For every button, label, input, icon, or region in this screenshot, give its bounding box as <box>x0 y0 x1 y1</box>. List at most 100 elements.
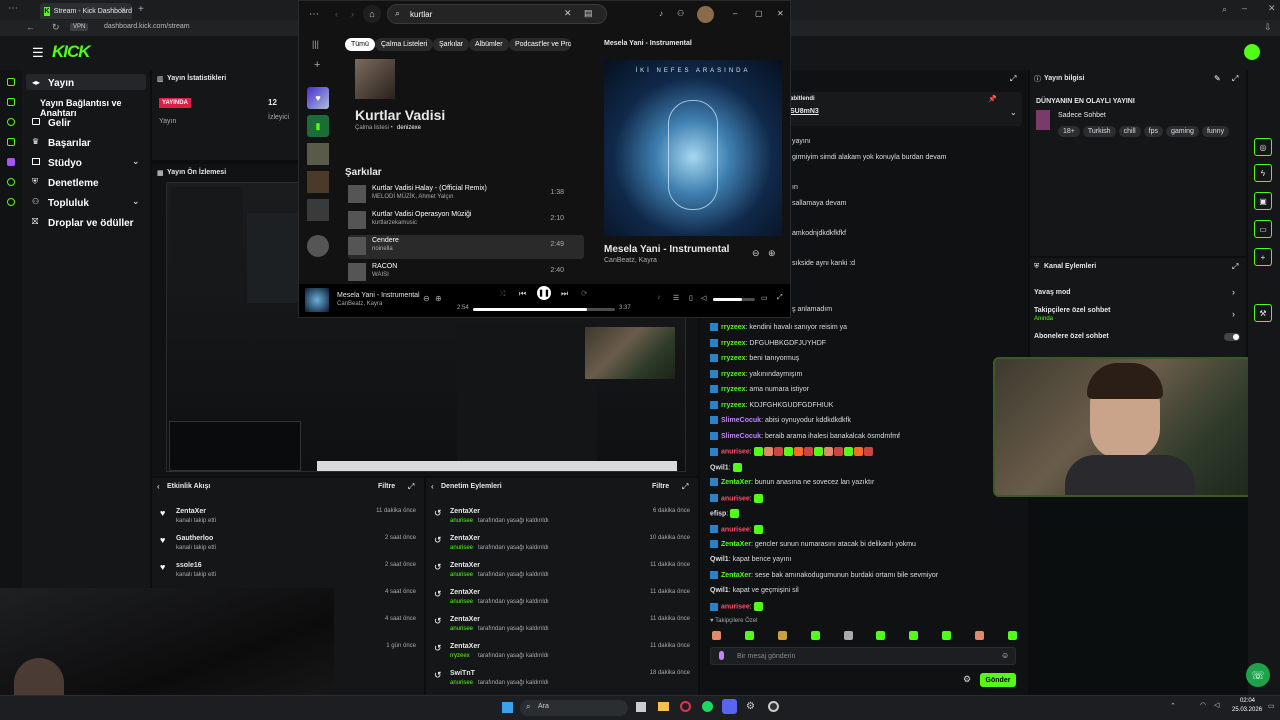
rail-purple-icon[interactable] <box>7 158 15 166</box>
chat-username[interactable]: ZentaXer <box>721 479 751 486</box>
minimize-icon[interactable]: – <box>1242 3 1247 13</box>
repeat-icon[interactable]: ⟳ <box>581 289 588 298</box>
rail-wrench-icon[interactable]: ⚒ <box>1254 304 1272 322</box>
chat-username[interactable]: anurisee <box>721 603 750 610</box>
progress-track[interactable] <box>473 308 615 311</box>
remove-icon[interactable]: ⊖ <box>752 248 760 259</box>
chat-message[interactable]: SlimeCocuk: beraib arama ihalesi banakal… <box>710 431 900 440</box>
sidebar-item-moderation[interactable]: Denetleme <box>48 178 99 189</box>
volume-icon[interactable]: ◁ <box>701 294 706 302</box>
notification-icon[interactable]: ▭ <box>1268 702 1275 710</box>
stream-tag[interactable]: funny <box>1201 126 1230 137</box>
chevron-right-icon[interactable]: › <box>1232 287 1235 297</box>
profile-avatar[interactable] <box>697 6 714 23</box>
bell-icon[interactable]: ♪ <box>659 9 663 18</box>
filter-chip[interactable]: Albümler <box>469 38 509 51</box>
chat-message[interactable]: rryzeex: yakınındaymışım <box>710 369 802 378</box>
mod-target-user[interactable]: ZentaXer <box>450 562 480 569</box>
chat-username[interactable]: SlimeCocuk <box>721 432 761 439</box>
chat-username[interactable]: anurisee <box>721 526 750 533</box>
rail-film-icon[interactable]: ▣ <box>1254 192 1272 210</box>
previous-icon[interactable]: ⏮ <box>519 289 526 299</box>
emote-icon[interactable] <box>942 631 952 640</box>
mod-target-user[interactable]: SwiTnT <box>450 670 475 677</box>
chat-username[interactable]: ZentaXer <box>721 572 751 579</box>
rail-bell-icon[interactable] <box>7 198 15 206</box>
filter-chip[interactable]: Çalma Listeleri <box>375 38 434 51</box>
chat-message[interactable]: SlimeCocuk: abisi oynuyodur kddkdkdkfk <box>710 416 851 424</box>
mod-by-user[interactable]: anurisee <box>450 626 473 632</box>
library-thumb[interactable] <box>307 143 329 165</box>
chat-username[interactable]: rryzeex <box>721 401 746 408</box>
taskbar-search[interactable]: ⌕ Ara <box>520 700 628 716</box>
support-chat-button[interactable]: ☏ <box>1246 663 1270 687</box>
chat-message[interactable]: Qwil1: kapat ve geçmişini sil <box>710 587 799 594</box>
lyrics-icon[interactable]: ♪ <box>657 294 661 301</box>
playlist-owner[interactable]: denizexe <box>397 125 421 131</box>
sidebar-item-stream-key[interactable]: Yayın Bağlantısı ve Anahtarı <box>40 98 150 118</box>
chat-username[interactable]: rryzeex <box>721 355 746 362</box>
close-icon[interactable]: ✕ <box>777 9 784 18</box>
emote-icon[interactable] <box>876 631 886 640</box>
clock-date[interactable]: 25.03.2026 <box>1232 707 1262 713</box>
emote-icon[interactable] <box>712 631 721 640</box>
maximize-icon[interactable]: ▢ <box>755 9 763 18</box>
expand-icon[interactable]: ⤢ <box>408 482 414 492</box>
chat-message[interactable]: rryzeex: KDJFGHKGUDFGDFHIUK <box>710 400 833 409</box>
now-playing-artist-large[interactable]: CanBeatz, Kayra <box>604 257 657 264</box>
emote-icon[interactable] <box>843 631 853 640</box>
menu-dots-icon[interactable]: ⋯ <box>8 3 18 14</box>
emote-icon[interactable] <box>975 631 984 640</box>
sidebar-item-revenue[interactable]: Gelir <box>48 118 71 129</box>
user-avatar[interactable] <box>1244 44 1260 60</box>
chat-message[interactable]: rryzeex: ama numara istiyor <box>710 385 809 393</box>
chat-message[interactable]: rryzeex: beni tanıyormuş <box>710 354 799 362</box>
chat-message[interactable]: Qwil1: <box>710 462 743 472</box>
activity-user[interactable]: ssole16 <box>176 562 202 569</box>
song-row[interactable]: Kurtlar Vadisi Operasyon Müziği kurtlarze… <box>348 209 584 233</box>
fullscreen-icon[interactable]: ⤢ <box>777 294 783 302</box>
sidebar-item-community[interactable]: Topluluk <box>48 198 89 209</box>
sidebar-item-drops[interactable]: Droplar ve ödüller <box>48 218 134 229</box>
obs-icon[interactable] <box>768 701 779 712</box>
rail-bolt-icon[interactable]: ϟ <box>1254 164 1272 182</box>
emote-icon[interactable] <box>744 631 754 640</box>
emote-bar[interactable] <box>712 631 1018 641</box>
emote-icon[interactable] <box>1007 631 1017 640</box>
minimize-icon[interactable]: – <box>733 9 737 18</box>
download-icon[interactable]: ⇩ <box>1264 22 1272 33</box>
sidebar-item-achievements[interactable]: Başarılar <box>48 138 91 149</box>
pinned-message[interactable]: abitlendi SU8mN3 📌 ⌄ <box>786 92 1022 126</box>
chevron-down-icon[interactable]: ⌄ <box>1010 108 1017 117</box>
chat-username[interactable]: anurisee <box>721 448 750 455</box>
player-thumb[interactable] <box>305 288 329 312</box>
library-icon[interactable]: ||| <box>312 39 319 49</box>
rail-target-icon[interactable]: ◎ <box>1254 138 1272 156</box>
rail-plus-icon[interactable]: + <box>1254 248 1272 266</box>
chat-message[interactable]: efisp: <box>710 509 740 518</box>
activity-user[interactable]: ZentaXer <box>176 508 206 515</box>
mod-target-user[interactable]: ZentaXer <box>450 508 480 515</box>
chat-message[interactable]: rryzeex: kendini havalı sanıyor reisim y… <box>710 323 847 331</box>
stream-tag[interactable]: 18+ <box>1058 126 1080 137</box>
edit-icon[interactable]: ✎ <box>1214 74 1221 83</box>
new-tab-icon[interactable]: + <box>138 4 144 15</box>
saved-episodes-icon[interactable]: ▮ <box>307 115 329 137</box>
chat-settings-icon[interactable]: ⚙ <box>963 674 971 685</box>
song-artist[interactable]: noinella <box>372 246 393 252</box>
song-row[interactable]: Kurtlar Vadisi Halay - (Official Remix) M… <box>348 183 584 207</box>
chevron-right-icon[interactable]: › <box>1232 309 1235 319</box>
chat-message[interactable]: Qwil1: kapat bence yayını <box>710 556 791 563</box>
send-button[interactable]: Gönder <box>980 673 1016 687</box>
home-icon[interactable]: ⌂ <box>363 5 381 23</box>
library-thumb[interactable] <box>307 235 329 257</box>
song-row[interactable]: RACON WAISI 2:40 <box>348 261 584 285</box>
remove-icon[interactable]: ⊖ <box>423 294 430 303</box>
chat-message[interactable]: anurisee: <box>710 524 764 534</box>
chat-username[interactable]: Qwil1 <box>710 556 729 563</box>
song-artist[interactable]: WAISI <box>372 272 389 278</box>
mod-by-user[interactable]: rryzeex <box>450 653 470 659</box>
kick-logo[interactable]: KICK <box>52 42 91 62</box>
now-playing-title-large[interactable]: Mesela Yani - Instrumental <box>604 244 729 255</box>
song-artist[interactable]: MELODİ MÜZİK, Ahmet Yalçın <box>372 194 453 200</box>
